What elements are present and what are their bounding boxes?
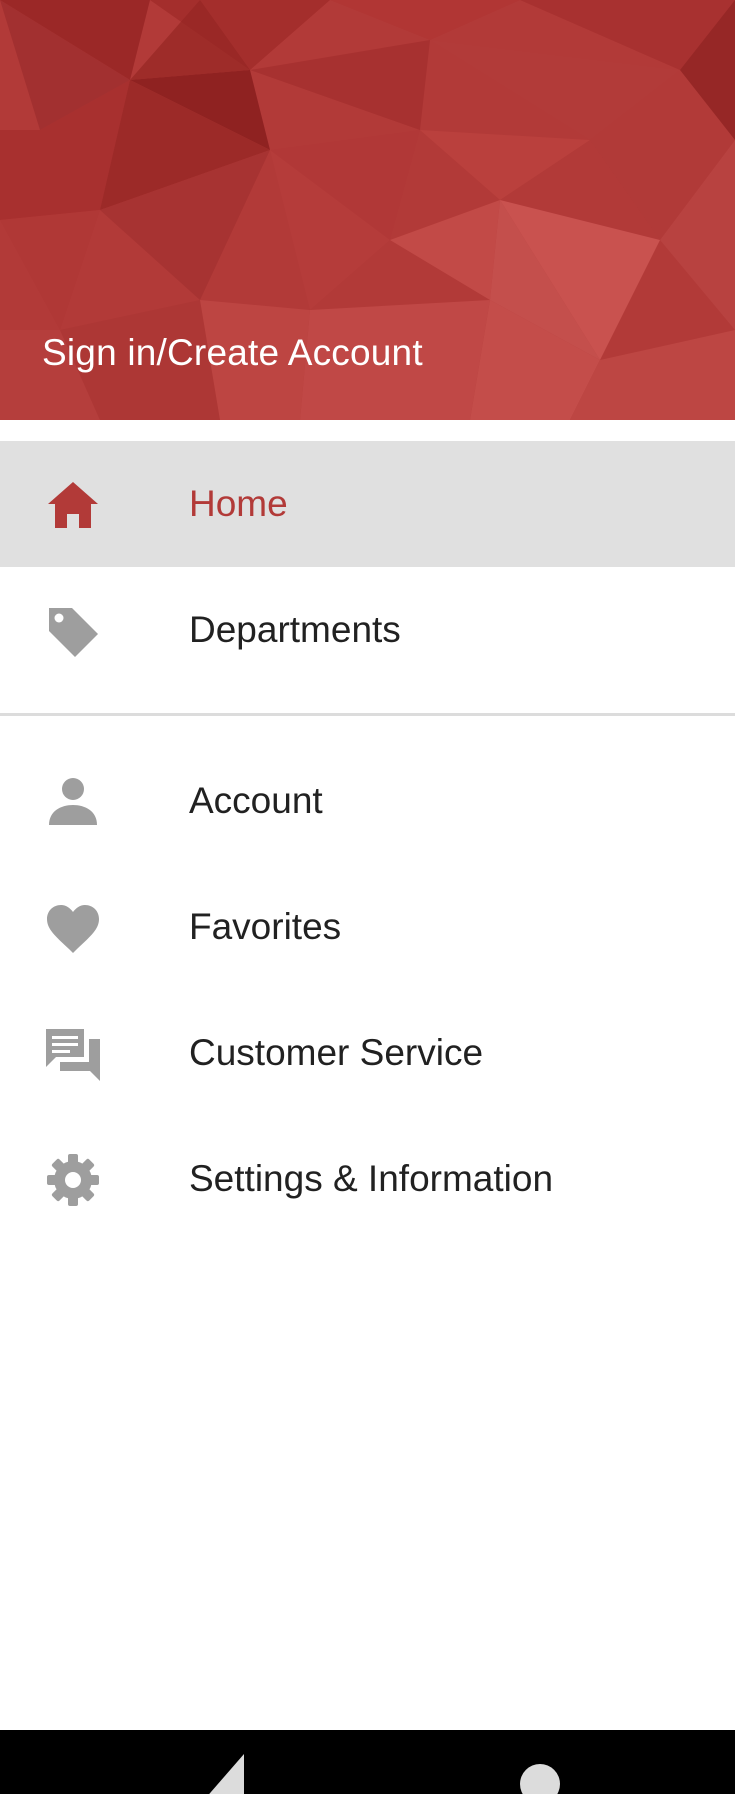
menu-item-departments[interactable]: Departments	[0, 567, 735, 693]
person-icon	[44, 775, 102, 829]
menu-item-customer-service[interactable]: Customer Service	[0, 990, 735, 1116]
home-circle-icon[interactable]	[520, 1764, 560, 1794]
system-navigation-bar	[0, 1730, 735, 1794]
menu-item-favorites[interactable]: Favorites	[0, 864, 735, 990]
menu-label-settings-information: Settings & Information	[189, 1158, 554, 1199]
sign-in-create-account-link[interactable]: Sign in/Create Account	[42, 332, 423, 374]
menu-item-account[interactable]: Account	[0, 738, 735, 864]
menu-label-favorites: Favorites	[189, 906, 342, 947]
tag-icon	[44, 604, 102, 658]
back-icon[interactable]	[200, 1750, 250, 1794]
menu-item-settings-information[interactable]: Settings & Information	[0, 1116, 735, 1242]
home-icon	[44, 478, 102, 532]
navigation-drawer: Sign in/Create Account Home Departments	[0, 0, 735, 1730]
menu-label-account: Account	[189, 780, 323, 821]
menu-label-customer-service: Customer Service	[189, 1032, 484, 1073]
drawer-header: Sign in/Create Account	[0, 0, 735, 420]
chat-icon	[44, 1027, 102, 1081]
gear-icon	[44, 1153, 102, 1207]
heart-icon	[44, 901, 102, 955]
menu-item-home[interactable]: Home	[0, 441, 735, 567]
menu-divider	[0, 713, 735, 716]
menu-label-home: Home	[189, 483, 288, 524]
menu-label-departments: Departments	[189, 609, 401, 650]
